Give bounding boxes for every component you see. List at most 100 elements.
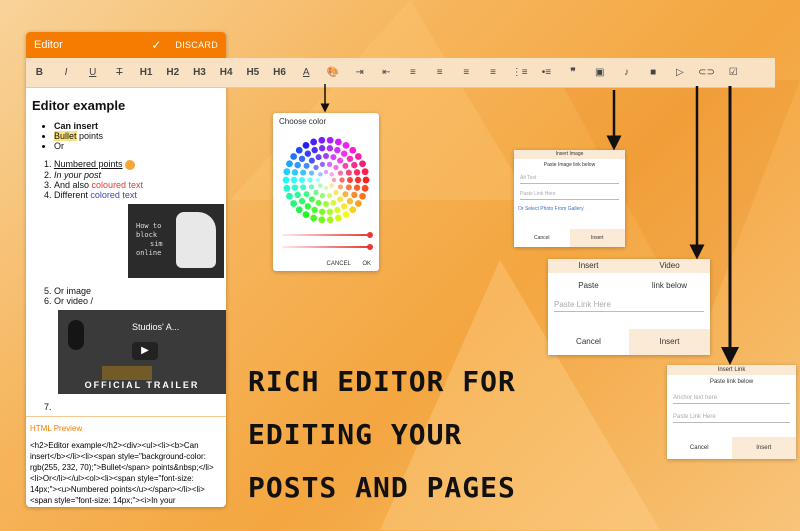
h6-button[interactable]: H6: [266, 67, 293, 78]
color-swatch[interactable]: [337, 196, 344, 203]
color-swatch[interactable]: [311, 206, 318, 214]
color-swatch[interactable]: [303, 162, 310, 169]
h1-button[interactable]: H1: [133, 67, 160, 78]
h4-button[interactable]: H4: [213, 67, 240, 78]
blockquote-icon[interactable]: ❞: [560, 67, 587, 78]
color-swatch[interactable]: [323, 169, 329, 175]
color-swatch[interactable]: [323, 177, 329, 183]
color-swatch[interactable]: [294, 191, 301, 199]
color-swatch[interactable]: [342, 191, 349, 198]
color-swatch[interactable]: [340, 203, 348, 210]
color-swatch[interactable]: [359, 160, 366, 168]
color-swatch[interactable]: [337, 184, 344, 190]
text-color-button[interactable]: A: [293, 67, 320, 78]
alt-text-input[interactable]: Alt Text: [520, 175, 619, 184]
color-swatch[interactable]: [331, 177, 337, 183]
color-swatch[interactable]: [295, 206, 303, 214]
color-swatch[interactable]: [334, 206, 341, 214]
color-swatch[interactable]: [354, 176, 362, 184]
color-swatch[interactable]: [333, 164, 339, 171]
color-swatch[interactable]: [323, 153, 329, 159]
color-swatch[interactable]: [326, 161, 333, 167]
color-swatch[interactable]: [345, 169, 352, 176]
color-swatch[interactable]: [318, 172, 323, 177]
color-swatch[interactable]: [307, 177, 313, 183]
color-swatch[interactable]: [318, 145, 326, 152]
inserted-image[interactable]: How to block sim online: [128, 203, 224, 278]
color-swatch[interactable]: [300, 184, 307, 191]
color-swatch[interactable]: [290, 153, 298, 160]
color-swatch[interactable]: [291, 184, 299, 191]
color-swatch[interactable]: [342, 162, 349, 169]
color-swatch[interactable]: [319, 193, 326, 199]
color-wheel[interactable]: [281, 135, 371, 225]
color-swatch[interactable]: [330, 154, 337, 161]
color-swatch[interactable]: [347, 177, 353, 183]
image-insert-button[interactable]: Insert: [569, 229, 625, 247]
color-swatch[interactable]: [318, 216, 326, 224]
color-swatch[interactable]: [304, 150, 312, 157]
video-insert-button[interactable]: Insert: [629, 329, 710, 355]
color-swatch[interactable]: [304, 203, 312, 210]
color-swatch[interactable]: [361, 168, 369, 176]
bold-button[interactable]: B: [26, 67, 53, 78]
color-swatch[interactable]: [318, 208, 326, 215]
lightness-slider[interactable]: [282, 234, 370, 236]
palette-icon[interactable]: 🎨: [320, 67, 347, 78]
color-swatch[interactable]: [353, 184, 361, 191]
color-swatch[interactable]: [326, 145, 334, 152]
insert-link-icon[interactable]: ⊂⊃: [693, 67, 720, 78]
color-swatch[interactable]: [323, 201, 329, 207]
color-swatch[interactable]: [318, 136, 326, 144]
color-swatch[interactable]: [302, 141, 310, 149]
h3-button[interactable]: H3: [186, 67, 213, 78]
play-icon[interactable]: ▶: [132, 341, 158, 360]
color-swatch[interactable]: [310, 214, 318, 222]
color-swatch[interactable]: [283, 168, 291, 176]
color-swatch[interactable]: [315, 177, 321, 183]
color-swatch[interactable]: [313, 164, 319, 171]
color-swatch[interactable]: [308, 157, 315, 164]
link-url-input[interactable]: Paste Link Here: [673, 414, 790, 423]
color-ok-button[interactable]: OK: [362, 261, 371, 267]
color-swatch[interactable]: [326, 208, 334, 215]
color-swatch[interactable]: [294, 161, 301, 169]
cursor-handle-icon[interactable]: [124, 159, 135, 170]
alpha-slider[interactable]: [282, 246, 370, 248]
color-swatch[interactable]: [295, 146, 303, 154]
color-swatch[interactable]: [323, 185, 329, 191]
anchor-text-input[interactable]: Anchor text here: [673, 395, 790, 404]
color-swatch[interactable]: [299, 177, 305, 183]
color-swatch[interactable]: [283, 184, 291, 192]
gallery-link[interactable]: Or Select Photo From Gallery: [518, 206, 625, 212]
color-swatch[interactable]: [354, 153, 362, 160]
align-justify-icon[interactable]: ≡: [453, 67, 480, 78]
h2-button[interactable]: H2: [159, 67, 186, 78]
color-swatch[interactable]: [318, 183, 323, 188]
color-swatch[interactable]: [313, 189, 319, 196]
color-swatch[interactable]: [340, 150, 348, 157]
color-swatch[interactable]: [351, 191, 358, 199]
color-swatch[interactable]: [345, 184, 352, 191]
color-swatch[interactable]: [334, 214, 342, 222]
color-swatch[interactable]: [291, 169, 299, 176]
color-swatch[interactable]: [334, 138, 342, 146]
insert-audio-icon[interactable]: ♪: [613, 67, 640, 78]
image-cancel-button[interactable]: Cancel: [514, 229, 570, 247]
underline-button[interactable]: U: [79, 67, 106, 78]
discard-button[interactable]: DISCARD: [175, 40, 218, 50]
color-swatch[interactable]: [334, 146, 341, 154]
color-swatch[interactable]: [339, 177, 345, 183]
ordered-list-icon[interactable]: ⋮≡: [506, 67, 533, 78]
strikethrough-button[interactable]: T: [106, 67, 133, 78]
color-swatch[interactable]: [359, 192, 366, 200]
image-link-input[interactable]: Paste Link Here: [520, 191, 619, 200]
color-swatch[interactable]: [361, 184, 369, 192]
color-cancel-button[interactable]: CANCEL: [327, 261, 351, 267]
color-swatch[interactable]: [290, 200, 298, 207]
italic-button[interactable]: I: [53, 67, 80, 78]
insert-video-icon[interactable]: ■: [640, 67, 667, 78]
color-swatch[interactable]: [326, 216, 334, 224]
color-swatch[interactable]: [329, 183, 334, 188]
color-swatch[interactable]: [326, 136, 334, 144]
